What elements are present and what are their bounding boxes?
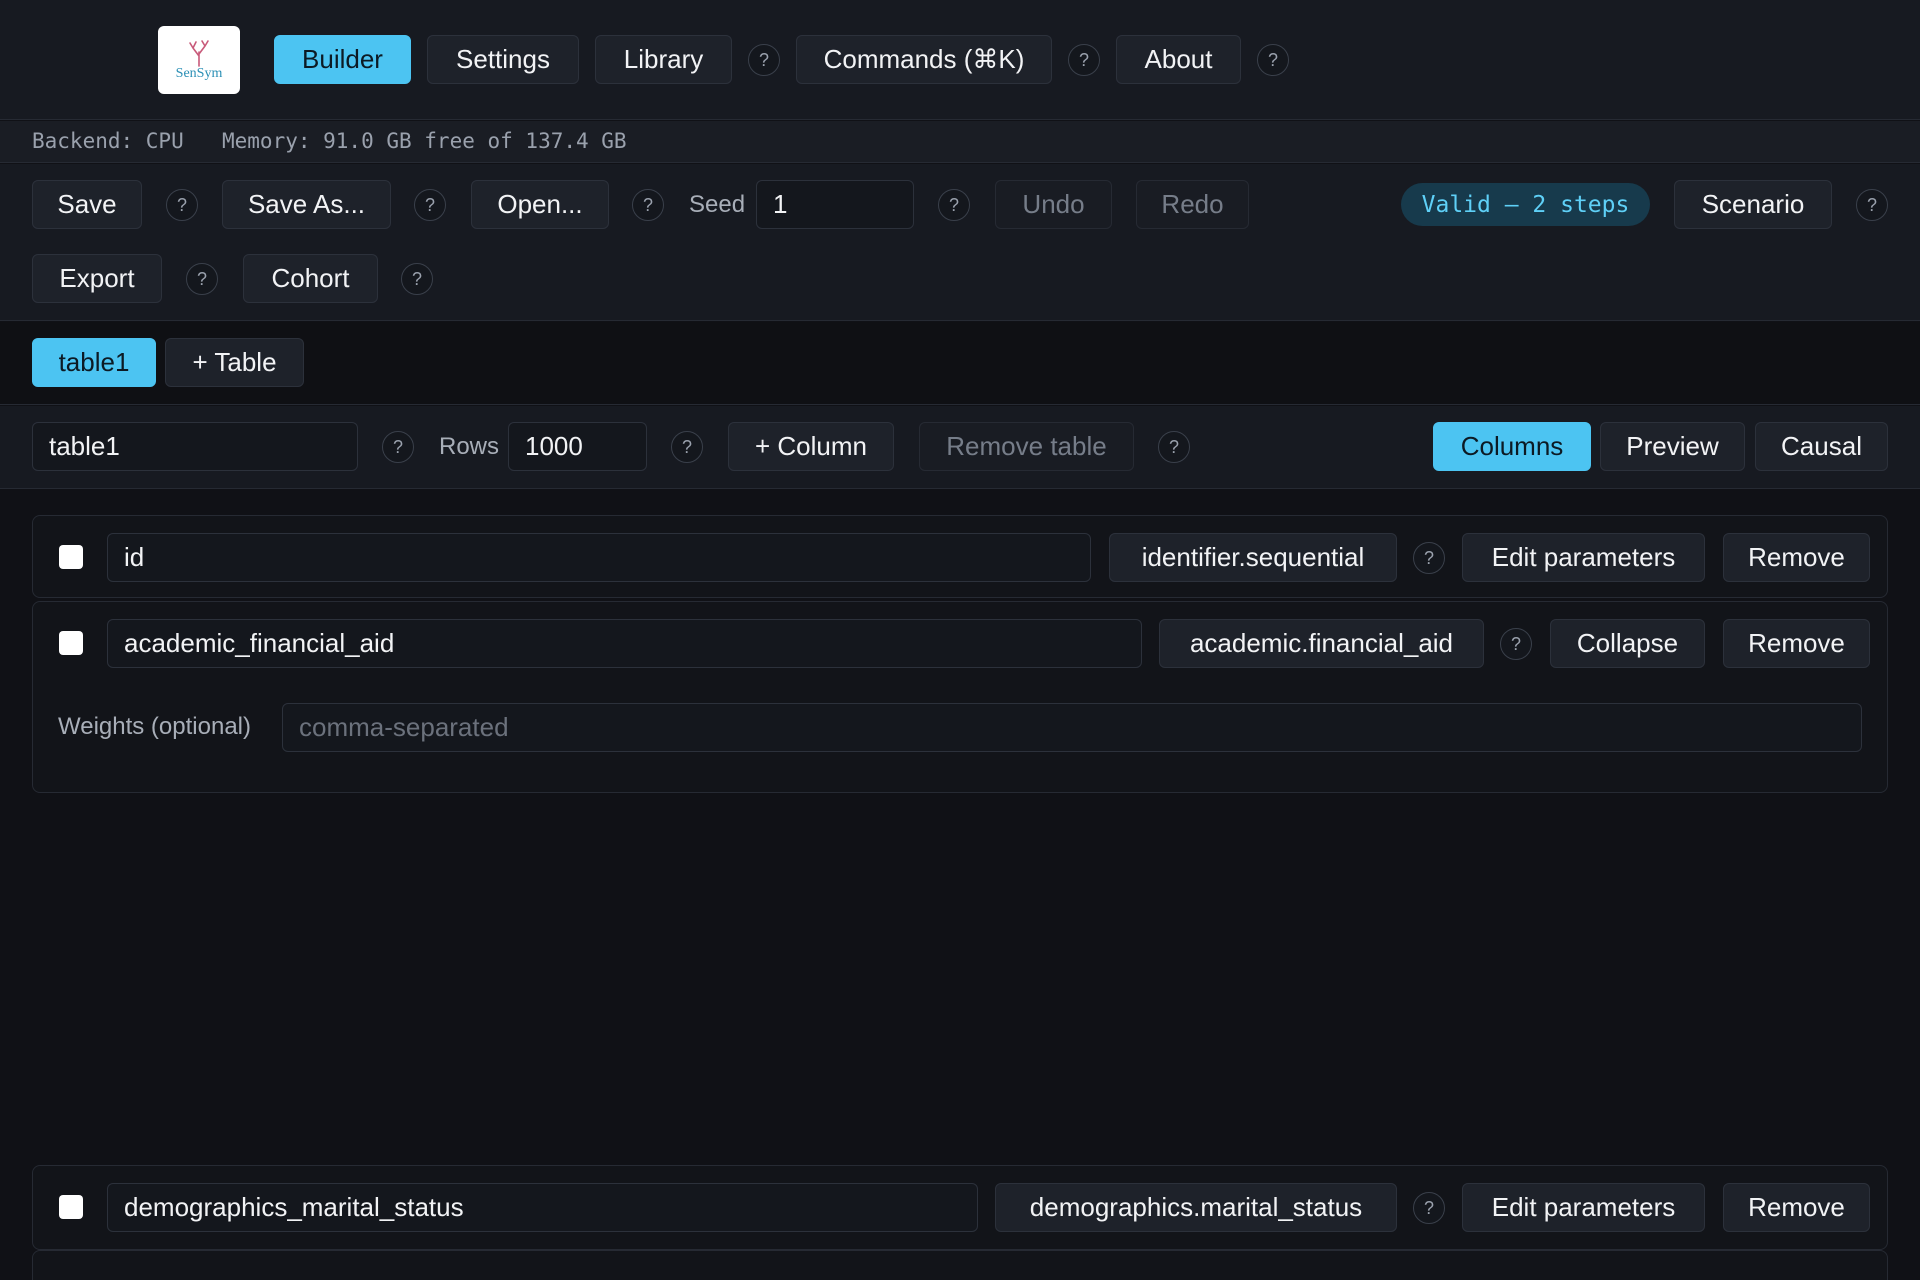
remove-column-button[interactable]: Remove — [1723, 1183, 1870, 1232]
rows-label: Rows — [439, 433, 500, 460]
export-help-icon[interactable]: ? — [186, 263, 218, 295]
column-generator-button[interactable]: demographics.marital_status — [995, 1183, 1397, 1232]
scenario-help-icon[interactable]: ? — [1856, 189, 1888, 221]
remove-table-help-icon[interactable]: ? — [1158, 431, 1190, 463]
seed-input[interactable] — [756, 180, 914, 229]
generator-help-icon[interactable]: ? — [1413, 542, 1445, 574]
nav-library-button[interactable]: Library — [595, 35, 732, 84]
remove-column-button[interactable]: Remove — [1723, 533, 1870, 582]
column-name-input[interactable] — [107, 619, 1142, 668]
column-name-input[interactable] — [107, 533, 1091, 582]
export-button[interactable]: Export — [32, 254, 162, 303]
cohort-button[interactable]: Cohort — [243, 254, 378, 303]
nav-about-button[interactable]: About — [1116, 35, 1241, 84]
remove-table-button[interactable]: Remove table — [919, 422, 1134, 471]
about-help-icon[interactable]: ? — [1257, 44, 1289, 76]
commands-help-icon[interactable]: ? — [1068, 44, 1100, 76]
backend-status: Backend: CPU — [32, 129, 184, 153]
add-table-button[interactable]: + Table — [165, 338, 304, 387]
table-name-input[interactable] — [32, 422, 358, 471]
edit-parameters-button[interactable]: Edit parameters — [1462, 533, 1705, 582]
undo-button[interactable]: Undo — [995, 180, 1112, 229]
generator-help-icon[interactable]: ? — [1500, 628, 1532, 660]
rows-help-icon[interactable]: ? — [671, 431, 703, 463]
column-generator-button[interactable]: academic.financial_aid — [1159, 619, 1484, 668]
open-help-icon[interactable]: ? — [632, 189, 664, 221]
save-help-icon[interactable]: ? — [166, 189, 198, 221]
weights-label: Weights (optional) — [58, 713, 251, 740]
nav-commands-button[interactable]: Commands (⌘K) — [796, 35, 1052, 84]
generator-help-icon[interactable]: ? — [1413, 1192, 1445, 1224]
cohort-help-icon[interactable]: ? — [401, 263, 433, 295]
seed-label: Seed — [689, 191, 746, 218]
save-as-button[interactable]: Save As... — [222, 180, 391, 229]
app-logo[interactable]: SenSym — [158, 26, 240, 94]
column-select-checkbox[interactable] — [59, 545, 83, 569]
column-select-checkbox[interactable] — [59, 631, 83, 655]
validation-status-badge: Valid — 2 steps — [1401, 183, 1650, 226]
collapse-button[interactable]: Collapse — [1550, 619, 1705, 668]
nav-settings-button[interactable]: Settings — [427, 35, 579, 84]
logo-text: SenSym — [175, 66, 223, 81]
column-name-input[interactable] — [107, 1183, 978, 1232]
redo-button[interactable]: Redo — [1136, 180, 1249, 229]
view-columns-tab[interactable]: Columns — [1433, 422, 1591, 471]
weights-input[interactable] — [282, 703, 1862, 752]
table-name-help-icon[interactable]: ? — [382, 431, 414, 463]
column-card-next-partial — [32, 1250, 1888, 1280]
scenario-button[interactable]: Scenario — [1674, 180, 1832, 229]
add-column-button[interactable]: + Column — [728, 422, 894, 471]
remove-column-button[interactable]: Remove — [1723, 619, 1870, 668]
view-causal-tab[interactable]: Causal — [1755, 422, 1888, 471]
rows-input[interactable] — [508, 422, 647, 471]
nav-builder-button[interactable]: Builder — [274, 35, 411, 84]
logo-tree-icon — [189, 40, 209, 67]
column-select-checkbox[interactable] — [59, 1195, 83, 1219]
tab-table1[interactable]: table1 — [32, 338, 156, 387]
seed-help-icon[interactable]: ? — [938, 189, 970, 221]
view-preview-tab[interactable]: Preview — [1600, 422, 1745, 471]
open-button[interactable]: Open... — [471, 180, 609, 229]
memory-status: Memory: 91.0 GB free of 137.4 GB — [222, 129, 627, 153]
library-help-icon[interactable]: ? — [748, 44, 780, 76]
edit-parameters-button[interactable]: Edit parameters — [1462, 1183, 1705, 1232]
save-button[interactable]: Save — [32, 180, 142, 229]
column-generator-button[interactable]: identifier.sequential — [1109, 533, 1397, 582]
save-as-help-icon[interactable]: ? — [414, 189, 446, 221]
